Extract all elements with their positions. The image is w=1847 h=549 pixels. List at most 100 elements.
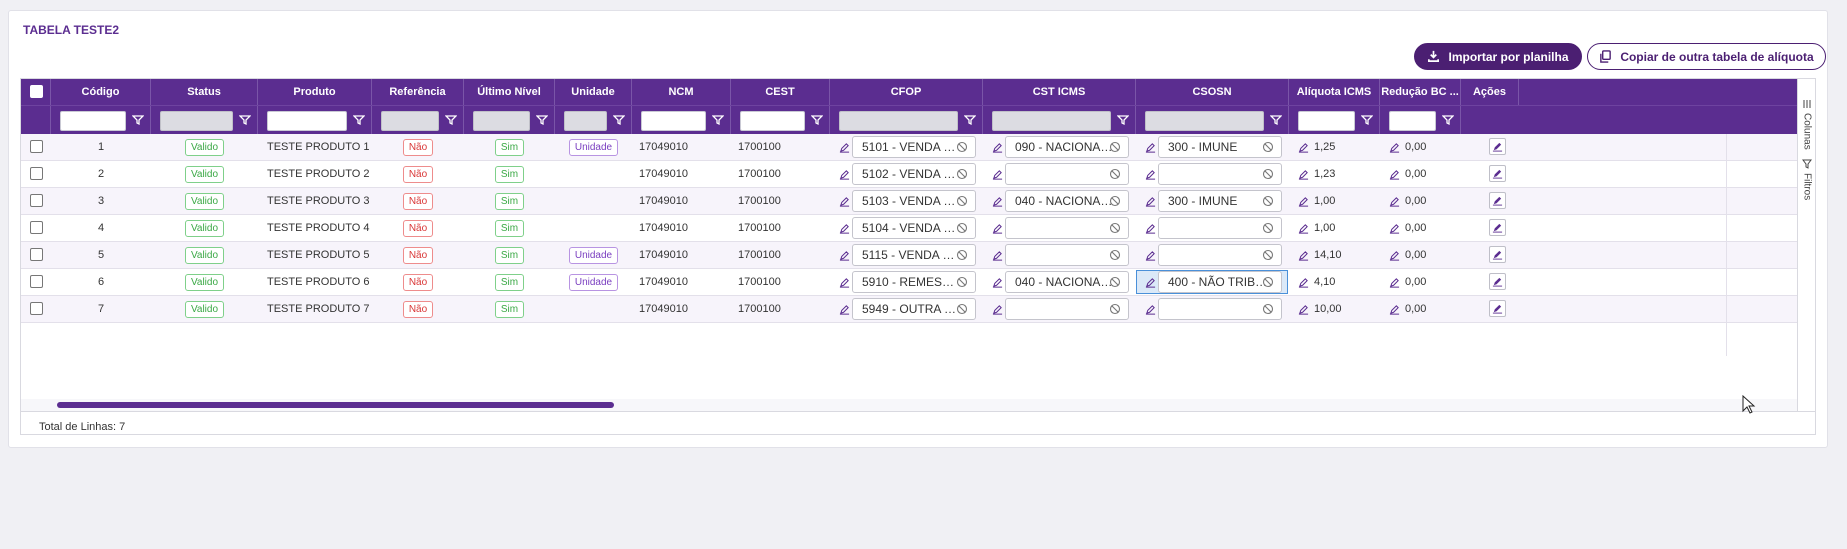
filter-input-unidade[interactable] bbox=[564, 111, 607, 131]
edit-icon[interactable] bbox=[1145, 142, 1156, 153]
clear-icon[interactable] bbox=[1262, 276, 1274, 288]
filter-input-ultimo-nivel[interactable] bbox=[473, 111, 530, 131]
cst-icms-select[interactable] bbox=[1005, 298, 1129, 320]
row-checkbox[interactable] bbox=[30, 302, 43, 315]
cst-icms-select[interactable]: 040 - NACIONAL-... bbox=[1005, 190, 1129, 212]
edit-icon[interactable] bbox=[839, 169, 850, 180]
filter-icon[interactable] bbox=[1270, 114, 1282, 126]
filter-icon[interactable] bbox=[536, 114, 548, 126]
filter-icon[interactable] bbox=[239, 114, 251, 126]
edit-icon[interactable] bbox=[992, 304, 1003, 315]
edit-icon[interactable] bbox=[1145, 169, 1156, 180]
clear-icon[interactable] bbox=[956, 276, 968, 288]
cst-icms-select[interactable] bbox=[1005, 217, 1129, 239]
filter-icon[interactable] bbox=[811, 114, 823, 126]
clear-icon[interactable] bbox=[1109, 222, 1121, 234]
header-status[interactable]: Status bbox=[151, 79, 258, 105]
cfop-select[interactable]: 5949 - OUTRA SAÍ... bbox=[852, 298, 976, 320]
edit-row-button[interactable] bbox=[1489, 246, 1506, 263]
edit-row-button[interactable] bbox=[1489, 138, 1506, 155]
csosn-select[interactable]: 400 - NÃO TRIBUT... bbox=[1158, 271, 1282, 293]
cst-icms-select[interactable] bbox=[1005, 244, 1129, 266]
filter-input-codigo[interactable] bbox=[60, 111, 126, 131]
clear-icon[interactable] bbox=[1262, 141, 1274, 153]
header-cest[interactable]: CEST bbox=[731, 79, 830, 105]
csosn-select[interactable] bbox=[1158, 217, 1282, 239]
cst-icms-select[interactable]: 040 - NACIONAL-... bbox=[1005, 271, 1129, 293]
clear-icon[interactable] bbox=[1109, 249, 1121, 261]
import-spreadsheet-button[interactable]: Importar por planilha bbox=[1414, 43, 1582, 70]
clear-icon[interactable] bbox=[1262, 222, 1274, 234]
header-referencia[interactable]: Referência bbox=[372, 79, 464, 105]
filter-input-ncm[interactable] bbox=[641, 111, 706, 131]
clear-icon[interactable] bbox=[1109, 276, 1121, 288]
filter-icon[interactable] bbox=[1442, 114, 1454, 126]
edit-icon[interactable] bbox=[1298, 250, 1309, 261]
edit-row-button[interactable] bbox=[1489, 273, 1506, 290]
cfop-select[interactable]: 5910 - REMESSA ... bbox=[852, 271, 976, 293]
filter-input-status[interactable] bbox=[160, 111, 233, 131]
clear-icon[interactable] bbox=[956, 249, 968, 261]
cfop-select[interactable]: 5102 - VENDA DE ... bbox=[852, 163, 976, 185]
cfop-select[interactable]: 5101 - VENDA DE ... bbox=[852, 136, 976, 158]
filter-input-reducao-bc[interactable] bbox=[1389, 111, 1436, 131]
filters-tab[interactable]: Filtros bbox=[1800, 159, 1814, 200]
clear-icon[interactable] bbox=[1109, 168, 1121, 180]
clear-icon[interactable] bbox=[1109, 303, 1121, 315]
edit-icon[interactable] bbox=[1145, 196, 1156, 207]
filter-icon[interactable] bbox=[1361, 114, 1373, 126]
cfop-select[interactable]: 5103 - VENDA DE ... bbox=[852, 190, 976, 212]
edit-icon[interactable] bbox=[1298, 196, 1309, 207]
cst-icms-select[interactable] bbox=[1005, 163, 1129, 185]
header-ultimo-nivel[interactable]: Último Nível bbox=[464, 79, 555, 105]
filter-input-cfop[interactable] bbox=[839, 111, 958, 131]
edit-icon[interactable] bbox=[1145, 277, 1156, 288]
clear-icon[interactable] bbox=[1262, 303, 1274, 315]
row-checkbox[interactable] bbox=[30, 275, 43, 288]
edit-row-button[interactable] bbox=[1489, 192, 1506, 209]
clear-icon[interactable] bbox=[1262, 195, 1274, 207]
filter-input-aliquota-icms[interactable] bbox=[1298, 111, 1355, 131]
edit-icon[interactable] bbox=[839, 196, 850, 207]
filter-icon[interactable] bbox=[1117, 114, 1129, 126]
header-cst-icms[interactable]: CST ICMS bbox=[983, 79, 1136, 105]
edit-icon[interactable] bbox=[839, 250, 850, 261]
edit-icon[interactable] bbox=[839, 142, 850, 153]
edit-row-button[interactable] bbox=[1489, 219, 1506, 236]
edit-icon[interactable] bbox=[1298, 277, 1309, 288]
edit-icon[interactable] bbox=[1389, 304, 1400, 315]
edit-icon[interactable] bbox=[1298, 169, 1309, 180]
filter-icon[interactable] bbox=[132, 114, 144, 126]
select-all-checkbox[interactable] bbox=[30, 85, 43, 98]
edit-icon[interactable] bbox=[1298, 223, 1309, 234]
edit-icon[interactable] bbox=[1298, 142, 1309, 153]
filter-icon[interactable] bbox=[964, 114, 976, 126]
edit-icon[interactable] bbox=[1389, 169, 1400, 180]
edit-icon[interactable] bbox=[839, 223, 850, 234]
edit-icon[interactable] bbox=[1389, 223, 1400, 234]
clear-icon[interactable] bbox=[1109, 195, 1121, 207]
clear-icon[interactable] bbox=[956, 141, 968, 153]
header-codigo[interactable]: Código bbox=[51, 79, 151, 105]
row-checkbox[interactable] bbox=[30, 248, 43, 261]
clear-icon[interactable] bbox=[956, 168, 968, 180]
clear-icon[interactable] bbox=[1262, 249, 1274, 261]
row-checkbox[interactable] bbox=[30, 221, 43, 234]
clear-icon[interactable] bbox=[956, 303, 968, 315]
edit-icon[interactable] bbox=[1145, 223, 1156, 234]
clear-icon[interactable] bbox=[956, 222, 968, 234]
cst-icms-select[interactable]: 090 - NACIONAL-... bbox=[1005, 136, 1129, 158]
horizontal-scrollbar[interactable] bbox=[21, 399, 1797, 411]
edit-icon[interactable] bbox=[992, 142, 1003, 153]
header-reducao-bc[interactable]: Redução BC ... bbox=[1380, 79, 1461, 105]
csosn-select[interactable] bbox=[1158, 244, 1282, 266]
edit-icon[interactable] bbox=[1389, 250, 1400, 261]
cfop-select[interactable]: 5115 - VENDA DE ... bbox=[852, 244, 976, 266]
csosn-select[interactable] bbox=[1158, 298, 1282, 320]
edit-icon[interactable] bbox=[1389, 142, 1400, 153]
edit-icon[interactable] bbox=[992, 250, 1003, 261]
edit-icon[interactable] bbox=[839, 277, 850, 288]
filter-icon[interactable] bbox=[445, 114, 457, 126]
filter-input-referencia[interactable] bbox=[381, 111, 439, 131]
copy-table-button[interactable]: Copiar de outra tabela de alíquota bbox=[1587, 43, 1826, 70]
